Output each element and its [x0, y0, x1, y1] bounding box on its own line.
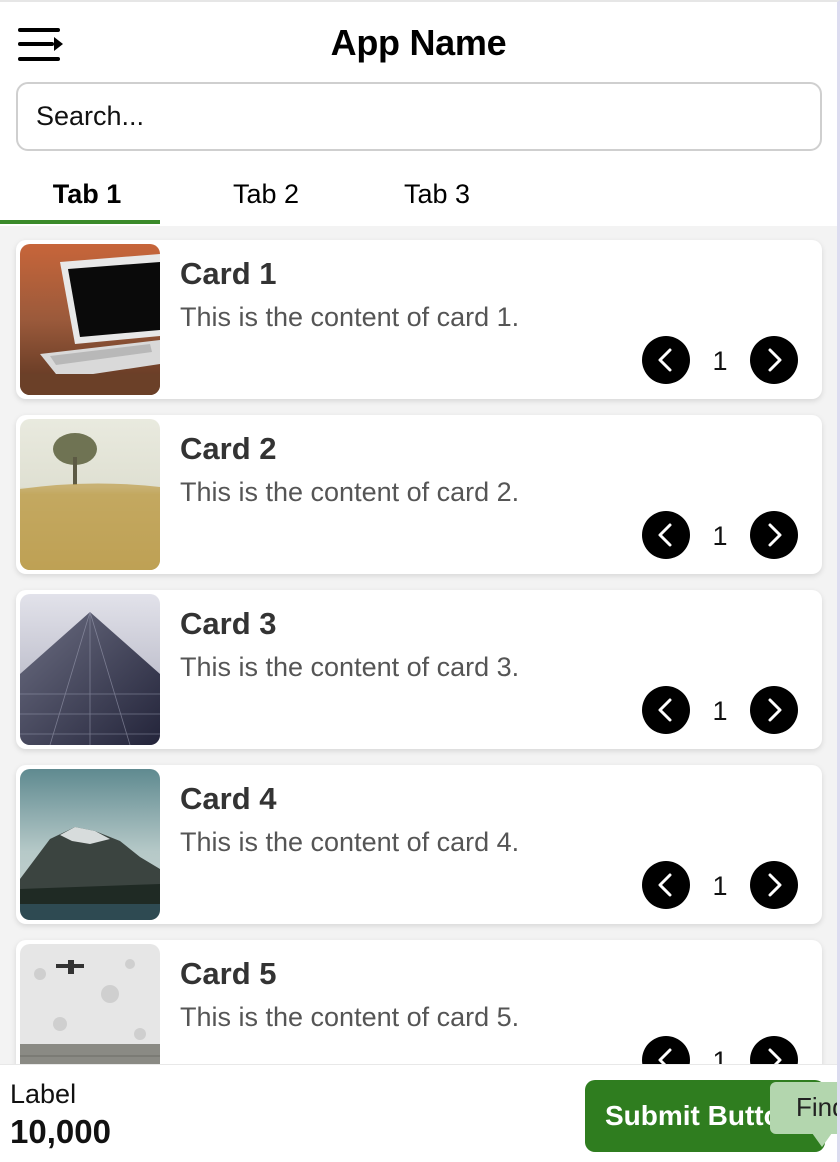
tab-2[interactable]: Tab 2: [186, 162, 346, 226]
card[interactable]: Card 4 This is the content of card 4. 1: [16, 765, 822, 924]
card-title: Card 1: [180, 256, 277, 291]
next-button[interactable]: [750, 861, 798, 909]
card-title: Card 4: [180, 781, 277, 816]
footer-value: 10,000: [10, 1113, 111, 1150]
next-button[interactable]: [750, 686, 798, 734]
search-input[interactable]: [16, 82, 822, 151]
counter-value: 1: [712, 521, 728, 551]
card-image: [20, 769, 160, 920]
chevron-right-icon: [768, 698, 782, 722]
tooltip-tail: [812, 1133, 832, 1147]
laptop-photo: [20, 244, 160, 395]
mountain-photo: [20, 769, 160, 920]
card[interactable]: Card 3 This is the content of card 3. 1: [16, 590, 822, 749]
chevron-left-icon: [658, 348, 672, 372]
counter-value: 1: [712, 871, 728, 901]
prev-button[interactable]: [642, 336, 690, 384]
skyscraper-photo: [20, 594, 160, 745]
tab-3[interactable]: Tab 3: [357, 162, 517, 226]
header: App Name Tab 1 Tab 2 Tab 3: [0, 2, 837, 226]
chevron-right-icon: [768, 873, 782, 897]
tab-bar: Tab 1 Tab 2 Tab 3: [0, 162, 837, 226]
card-content: This is the content of card 2.: [180, 477, 520, 507]
card-image: [20, 594, 160, 745]
card-title: Card 5: [180, 956, 277, 991]
next-button[interactable]: [750, 511, 798, 559]
card-content: This is the content of card 1.: [180, 302, 520, 332]
card-content: This is the content of card 5.: [180, 1002, 520, 1032]
footer-bar: Label 10,000 Submit Button Find: [0, 1064, 837, 1162]
next-button[interactable]: [750, 336, 798, 384]
active-tab-indicator: [0, 220, 160, 224]
counter-value: 1: [712, 696, 728, 726]
card[interactable]: Card 1 This is the content of card 1. 1: [16, 240, 822, 399]
prev-button[interactable]: [642, 511, 690, 559]
card-title: Card 2: [180, 431, 277, 466]
card-content: This is the content of card 3.: [180, 652, 520, 682]
card-image: [20, 244, 160, 395]
app-title: App Name: [330, 22, 507, 63]
card-title: Card 3: [180, 606, 277, 641]
chevron-left-icon: [658, 698, 672, 722]
chevron-right-icon: [768, 348, 782, 372]
card-image: [20, 419, 160, 570]
prev-button[interactable]: [642, 686, 690, 734]
app-frame: App Name Tab 1 Tab 2 Tab 3: [0, 0, 840, 1162]
card[interactable]: Card 2 This is the content of card 2. 1: [16, 415, 822, 574]
footer-label: Label: [10, 1079, 77, 1109]
chevron-left-icon: [658, 523, 672, 547]
find-tooltip: Find: [770, 1082, 837, 1134]
chevron-left-icon: [658, 873, 672, 897]
card-content: This is the content of card 4.: [180, 827, 520, 857]
chevron-right-icon: [768, 523, 782, 547]
tab-1[interactable]: Tab 1: [14, 162, 160, 226]
counter-value: 1: [712, 346, 728, 376]
prev-button[interactable]: [642, 861, 690, 909]
field-tree-photo: [20, 419, 160, 570]
